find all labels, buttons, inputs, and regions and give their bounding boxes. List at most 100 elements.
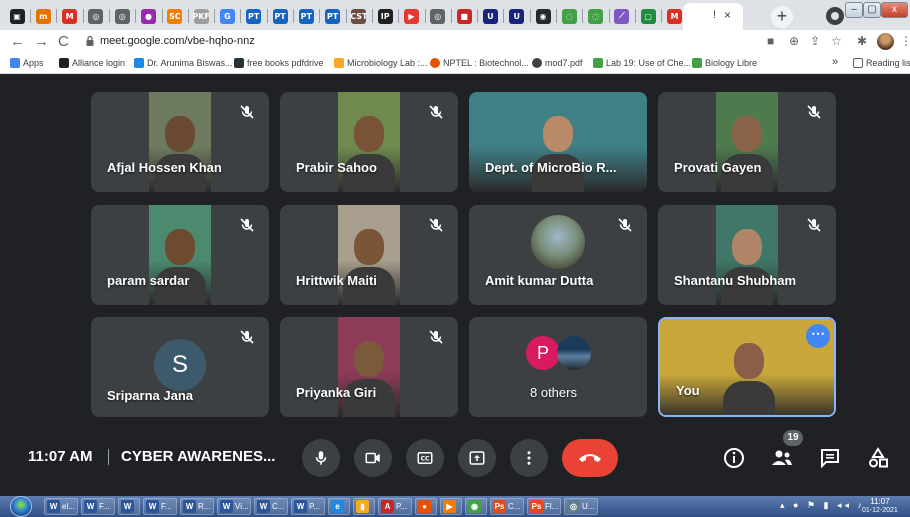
browser-tab[interactable]: ▢ <box>637 5 659 27</box>
meeting-details-icon[interactable] <box>722 446 746 470</box>
browser-tab[interactable]: PT <box>295 5 317 27</box>
browser-tab[interactable]: ◌ <box>558 5 580 27</box>
taskbar-app[interactable]: W C... <box>254 498 288 515</box>
camera-button[interactable] <box>354 439 392 477</box>
more-bookmarks-icon[interactable]: » <box>832 56 838 68</box>
window-minimize-button[interactable]: – <box>845 2 863 18</box>
browser-tab[interactable]: ▶ <box>401 5 423 27</box>
browser-tab[interactable]: SC <box>164 5 186 27</box>
bookmark-mod7[interactable]: mod7.pdf <box>532 58 583 68</box>
taskbar-app[interactable]: e <box>328 498 350 515</box>
browser-tab[interactable]: M <box>664 5 686 27</box>
participant-tile-param-sardar[interactable]: param sardar <box>91 205 269 305</box>
taskbar-app[interactable]: W <box>118 498 140 515</box>
browser-tab[interactable]: M <box>59 5 81 27</box>
browser-tab[interactable]: ◎ <box>85 5 107 27</box>
extensions-icon[interactable]: ✱ <box>857 34 867 49</box>
browser-tab[interactable]: U <box>479 5 501 27</box>
participant-tile-afjal-hossen-khan[interactable]: Afjal Hossen Khan <box>91 92 269 192</box>
window-close-button[interactable]: x <box>881 2 908 18</box>
participant-tile-sriparna-jana[interactable]: S Sriparna Jana <box>91 317 269 417</box>
address-bar[interactable]: meet.google.com/vbe-hqho-nnz <box>80 32 750 52</box>
bookmark-apps[interactable]: Apps <box>10 58 44 68</box>
taskbar-app[interactable]: W F... <box>143 498 177 515</box>
browser-tab[interactable]: ◉ <box>532 5 554 27</box>
forward-arrow-icon[interactable]: → <box>34 33 49 50</box>
browser-tab[interactable]: ◌ <box>585 5 607 27</box>
tile-more-options-icon[interactable]: ⋯ <box>806 324 830 348</box>
browser-tab[interactable]: PKF <box>190 5 212 27</box>
participant-tile-priyanka-giri[interactable]: Priyanka Giri <box>280 317 458 417</box>
bookmark-nptel[interactable]: NPTEL : Biotechnol... <box>430 58 529 68</box>
taskbar-app[interactable]: ▶ <box>440 498 462 515</box>
participant-tile-shantanu-shubham[interactable]: Shantanu Shubham <box>658 205 836 305</box>
participant-tile-amit-kumar-dutta[interactable]: Amit kumar Dutta <box>469 205 647 305</box>
browser-tab[interactable]: U <box>506 5 528 27</box>
taskbar-app[interactable]: ▮ <box>353 498 375 515</box>
participant-tile-others[interactable]: P 8 others <box>469 317 647 417</box>
taskbar-app[interactable]: Ps Fl... <box>527 498 561 515</box>
browser-tab[interactable]: PT <box>269 5 291 27</box>
participant-tile-provati-gayen[interactable]: Provati Gayen <box>658 92 836 192</box>
taskbar-app[interactable]: ● <box>415 498 437 515</box>
taskbar-app[interactable]: W Vi... <box>217 498 251 515</box>
taskbar-app[interactable]: Ps C... <box>490 498 524 515</box>
participant-tile-you[interactable]: You ⋯ <box>658 317 836 417</box>
share-icon[interactable]: ⇪ <box>810 34 820 49</box>
more-options-button[interactable] <box>510 439 548 477</box>
bookmark-biology-libre[interactable]: Biology Libre <box>692 58 757 68</box>
captions-button[interactable]: CC <box>406 439 444 477</box>
reload-icon[interactable]: C <box>58 33 69 50</box>
browser-tab[interactable]: CST <box>348 5 370 27</box>
tray-icons[interactable]: ▴ ● ⚑ ▮ ◂◂ ♪ <box>780 500 865 511</box>
browser-tab[interactable]: ◎ <box>111 5 133 27</box>
bookmark-microbiology-lab[interactable]: Microbiology Lab :... <box>334 58 428 68</box>
microphone-button[interactable] <box>302 439 340 477</box>
people-icon[interactable] <box>770 446 794 470</box>
taskbar-app[interactable]: ◉ <box>465 498 487 515</box>
taskbar-app-icon: e <box>331 500 344 513</box>
taskbar-app[interactable]: A P... <box>378 498 412 515</box>
new-tab-button[interactable]: + <box>771 6 793 28</box>
browser-tab[interactable]: IP <box>374 5 396 27</box>
bookmark-star-icon[interactable]: ☆ <box>831 34 842 49</box>
chat-icon[interactable] <box>818 446 842 470</box>
taskbar-app[interactable]: W F... <box>81 498 115 515</box>
taskbar-app[interactable]: Wel... <box>44 498 78 515</box>
taskbar-app[interactable]: ◎ U... <box>564 498 598 515</box>
browser-tab[interactable]: PT <box>243 5 265 27</box>
participant-tile-hrittwik-maiti[interactable]: Hrittwik Maiti <box>280 205 458 305</box>
browser-tab[interactable]: ■ <box>453 5 475 27</box>
menu-dots-icon[interactable]: ⋮ <box>900 34 910 49</box>
profile-avatar[interactable] <box>877 33 894 50</box>
zoom-icon[interactable]: ⊕ <box>789 34 799 49</box>
windows-start-button[interactable] <box>10 496 32 517</box>
browser-tab[interactable]: ⟋ <box>611 5 633 27</box>
tab-close-icon[interactable]: × <box>724 8 731 22</box>
leave-call-button[interactable] <box>562 439 618 477</box>
bookmark-pdfdrive[interactable]: free books pdfdrive <box>234 58 324 68</box>
participant-tile-dept-microbio[interactable]: Dept. of MicroBio R... <box>469 92 647 192</box>
camera-indicator-icon[interactable]: ■ <box>767 34 774 49</box>
system-clock[interactable]: 11:07 01-12-2021 <box>862 497 898 515</box>
tab-google-meet-active[interactable]: ! <box>683 3 743 30</box>
tab-separator <box>371 9 373 23</box>
browser-tab[interactable]: PT <box>322 5 344 27</box>
back-arrow-icon[interactable]: ← <box>10 33 25 50</box>
bookmark-alliance-login[interactable]: Alliance login <box>59 58 125 68</box>
bookmark-lab19[interactable]: Lab 19: Use of Che... <box>593 58 691 68</box>
browser-tab[interactable]: ◎ <box>427 5 449 27</box>
taskbar-app[interactable]: W R... <box>180 498 214 515</box>
window-maximize-button[interactable]: ▢ <box>863 2 881 18</box>
bookmark-arunima[interactable]: Dr. Arunima Biswas... <box>134 58 233 68</box>
browser-tab[interactable]: ▣ <box>6 5 28 27</box>
activities-icon[interactable] <box>866 446 890 470</box>
participant-tile-prabir-sahoo[interactable]: Prabir Sahoo <box>280 92 458 192</box>
browser-tab[interactable]: G <box>216 5 238 27</box>
taskbar-app[interactable]: W P... <box>291 498 325 515</box>
tab-search-icon[interactable] <box>826 7 844 25</box>
browser-tab[interactable]: ● <box>138 5 160 27</box>
browser-tab[interactable]: m <box>32 5 54 27</box>
reading-list[interactable]: Reading list <box>853 58 910 68</box>
present-screen-button[interactable] <box>458 439 496 477</box>
